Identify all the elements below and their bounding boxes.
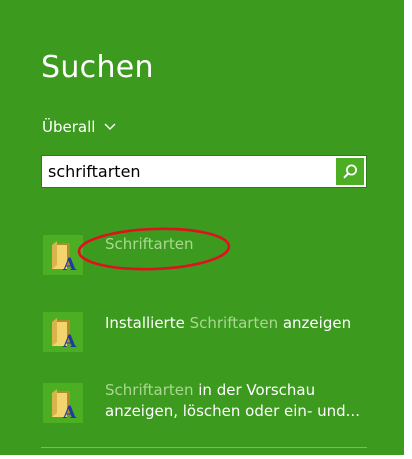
- search-result-match: Schriftarten: [105, 381, 194, 399]
- search-result-item[interactable]: A Schriftarten: [0, 232, 404, 286]
- search-scope-label: Überall: [42, 118, 96, 136]
- fonts-folder-icon: A: [43, 235, 83, 275]
- fonts-folder-icon: A: [43, 312, 83, 352]
- search-result-label: Schriftarten in der Vorschau anzeigen, l…: [105, 380, 360, 422]
- search-result-match: Schriftarten: [189, 314, 279, 332]
- divider: [41, 447, 367, 448]
- search-input[interactable]: [48, 156, 330, 187]
- search-result-item[interactable]: A Installierte Schriftarten anzeigen: [0, 304, 404, 358]
- search-result-line-1: Schriftarten in der Vorschau: [105, 380, 360, 401]
- search-scope-dropdown[interactable]: Überall: [42, 118, 116, 136]
- search-result-post: in der Vorschau: [193, 381, 316, 399]
- search-result-post: anzeigen: [278, 314, 352, 332]
- search-icon: [343, 164, 357, 178]
- search-result-label: Schriftarten: [105, 234, 193, 255]
- svg-text:A: A: [62, 332, 77, 352]
- fonts-folder-icon: A: [43, 383, 83, 423]
- svg-text:A: A: [62, 403, 77, 423]
- search-box: [41, 155, 367, 188]
- screenshot: Suchen Überall A: [0, 0, 412, 459]
- search-result-pre: Installierte: [105, 314, 190, 332]
- search-charm-pane: Suchen Überall A: [0, 0, 404, 455]
- search-button[interactable]: [336, 158, 364, 185]
- search-result-match: Schriftarten: [105, 235, 194, 253]
- search-result-item[interactable]: A Schriftarten in der Vorschau anzeigen,…: [0, 375, 404, 435]
- pane-title: Suchen: [41, 50, 154, 85]
- svg-text:A: A: [62, 255, 77, 275]
- chevron-down-icon: [104, 123, 116, 130]
- search-result-line-2: anzeigen, löschen oder ein- und...: [105, 402, 360, 420]
- search-result-label: Installierte Schriftarten anzeigen: [105, 313, 351, 334]
